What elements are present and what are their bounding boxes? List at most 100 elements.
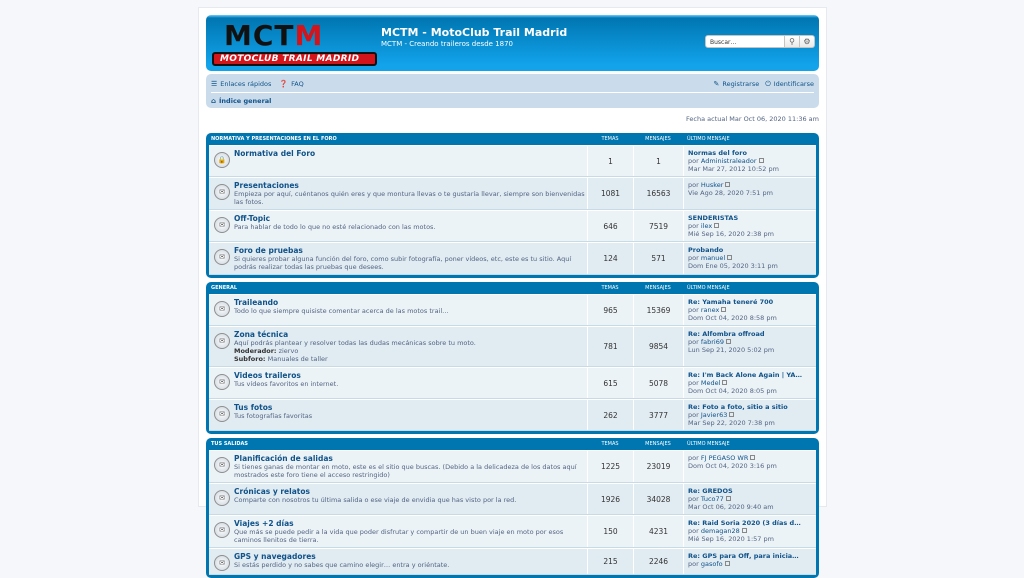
view-last-post-icon[interactable] (721, 307, 727, 312)
forum-section: GENERAL TEMAS MENSAJES ÚLTIMO MENSAJE ✉ … (206, 282, 819, 434)
last-post-author[interactable]: manuel (701, 254, 725, 262)
last-post-date: Mié Sep 16, 2020 2:38 pm (688, 230, 774, 238)
last-post-title[interactable]: Re: Alfombra offroad (688, 330, 812, 338)
last-post-title[interactable]: Re: I'm Back Alone Again | YA… (688, 371, 812, 379)
site-title[interactable]: MCTM - MotoClub Trail Madrid (381, 26, 567, 39)
subforum-link[interactable]: Manuales de taller (268, 355, 328, 363)
forum-read-icon: ✉ (214, 406, 230, 422)
forum-row: 🔒 Normativa del Foro 1 1 Normas del foro… (209, 145, 816, 177)
register-link[interactable]: ✎ Registrarse (714, 80, 760, 89)
forum-name[interactable]: Zona técnica (234, 330, 476, 339)
column-posts: MENSAJES (645, 136, 671, 142)
advanced-search-button[interactable]: ⚙ (800, 35, 815, 48)
forum-name[interactable]: Foro de pruebas (234, 246, 585, 255)
forum-read-icon: ✉ (214, 301, 230, 317)
forum-name[interactable]: Presentaciones (234, 181, 585, 190)
section-title[interactable]: NORMATIVA Y PRESENTACIONES EN EL FORO (209, 136, 587, 142)
forum-read-icon: ✉ (214, 555, 230, 571)
topic-count: 215 (587, 549, 633, 574)
column-topics: TEMAS (601, 285, 619, 291)
view-last-post-icon[interactable] (750, 455, 756, 460)
forum-description: Tus vídeos favoritos en internet. (234, 380, 339, 388)
forum-sections: NORMATIVA Y PRESENTACIONES EN EL FORO TE… (206, 133, 819, 578)
last-post-title[interactable]: Re: Foto a foto, sitio a sitio (688, 403, 812, 411)
post-count: 1 (633, 146, 683, 176)
last-post-title[interactable]: Re: Yamaha teneré 700 (688, 298, 812, 306)
post-count: 2246 (633, 549, 683, 574)
view-last-post-icon[interactable] (726, 339, 732, 344)
forum-name[interactable]: Tus fotos (234, 403, 312, 412)
forum-row: ✉ Tus fotos Tus fotografías favoritas 26… (209, 399, 816, 431)
section-title[interactable]: TUS SALIDAS (209, 441, 587, 447)
last-post-title[interactable]: Normas del foro (688, 149, 812, 157)
last-post-title[interactable]: SENDERISTAS (688, 214, 812, 222)
forum-description: Si estás perdido y no sabes que camino e… (234, 561, 450, 569)
last-post-title[interactable]: Re: Raid Soria 2020 (3 días d… (688, 519, 812, 527)
section-title[interactable]: GENERAL (209, 285, 587, 291)
forum-row: ✉ Presentaciones Empieza por aquí, cuént… (209, 177, 816, 210)
last-post-author[interactable]: Husker (701, 181, 724, 189)
view-last-post-icon[interactable] (729, 412, 735, 417)
last-post-title[interactable]: Probando (688, 246, 812, 254)
last-post-title[interactable]: Re: GPS para Off, para inicia… (688, 552, 812, 560)
last-post: Re: GPS para Off, para inicia… por gasof… (683, 549, 816, 574)
header-bar: MCTM MOTOCLUB TRAIL MADRID MCTM - MotoCl… (206, 15, 819, 71)
forum-description: Que más se puede pedir a la vida que pod… (234, 528, 564, 544)
view-last-post-icon[interactable] (741, 528, 747, 533)
view-last-post-icon[interactable] (722, 380, 728, 385)
last-post-author[interactable]: demagan28 (701, 527, 740, 535)
forum-row: ✉ Crónicas y relatos Comparte con nosotr… (209, 483, 816, 515)
last-post-date: Mar Mar 27, 2012 10:52 pm (688, 165, 779, 173)
last-post: SENDERISTAS por ilex Mié Sep 16, 2020 2:… (683, 211, 816, 241)
last-post-author[interactable]: Medel (701, 379, 721, 387)
forum-name[interactable]: Off-Topic (234, 214, 436, 223)
view-last-post-icon[interactable] (727, 255, 733, 260)
last-post-author[interactable]: fabri69 (701, 338, 724, 346)
site-logo[interactable]: MCTM MOTOCLUB TRAIL MADRID (212, 19, 382, 67)
column-topics: TEMAS (601, 441, 619, 447)
view-last-post-icon[interactable] (758, 158, 764, 163)
last-post-author[interactable]: Tuco77 (701, 495, 724, 503)
forum-name[interactable]: Crónicas y relatos (234, 487, 516, 496)
forum-name[interactable]: GPS y navegadores (234, 552, 449, 561)
view-last-post-icon[interactable] (725, 182, 731, 187)
last-post-author[interactable]: gasofo (701, 560, 723, 568)
forum-description: Aquí podrás plantear y resolver todas la… (234, 339, 476, 347)
last-post-author[interactable]: Javier63 (701, 411, 728, 419)
last-post-author[interactable]: ilex (701, 222, 712, 230)
forum-row: ✉ Off-Topic Para hablar de todo lo que n… (209, 210, 816, 242)
last-post: Probando por manuel Dom Ene 05, 2020 3:1… (683, 243, 816, 274)
logo-text: MCTM (224, 19, 324, 52)
quick-links-menu[interactable]: ☰ Enlaces rápidos (211, 80, 271, 88)
post-count: 5078 (633, 368, 683, 398)
forum-name[interactable]: Traileando (234, 298, 449, 307)
view-last-post-icon[interactable] (725, 496, 731, 501)
forum-name[interactable]: Viajes +2 días (234, 519, 585, 528)
last-post-title[interactable]: Re: GREDOS (688, 487, 812, 495)
post-count: 23019 (633, 451, 683, 482)
search-button[interactable]: ⚲ (785, 35, 800, 48)
forum-name[interactable]: Videos traileros (234, 371, 338, 380)
forum-name[interactable]: Normativa del Foro (234, 149, 315, 158)
post-count: 34028 (633, 484, 683, 514)
last-post-author[interactable]: Administraleador (701, 157, 757, 165)
faq-link[interactable]: ❓ FAQ (279, 80, 303, 88)
moderator-link[interactable]: ziervo (279, 347, 299, 355)
forum-name[interactable]: Planificación de salidas (234, 454, 585, 463)
view-last-post-icon[interactable] (714, 223, 720, 228)
breadcrumb-home[interactable]: ⌂ Índice general (211, 97, 271, 105)
topic-count: 1225 (587, 451, 633, 482)
last-post: Normas del foro por Administraleador Mar… (683, 146, 816, 176)
last-post-author[interactable]: FJ PEGASO WR (701, 454, 748, 462)
view-last-post-icon[interactable] (724, 561, 730, 566)
column-last-post: ÚLTIMO MENSAJE (687, 441, 730, 447)
column-topics: TEMAS (601, 136, 619, 142)
search-input[interactable]: Buscar… (705, 35, 785, 48)
current-time: Fecha actual Mar Oct 06, 2020 11:36 am (686, 115, 819, 123)
login-link[interactable]: ⏻ Identificarse (765, 80, 814, 89)
forum-read-icon: ✉ (214, 522, 230, 538)
forum-description: Tus fotografías favoritas (234, 412, 313, 420)
forum-row: ✉ Viajes +2 días Que más se puede pedir … (209, 515, 816, 548)
last-post-author[interactable]: ranex (701, 306, 720, 314)
forum-read-icon: ✉ (214, 184, 230, 200)
